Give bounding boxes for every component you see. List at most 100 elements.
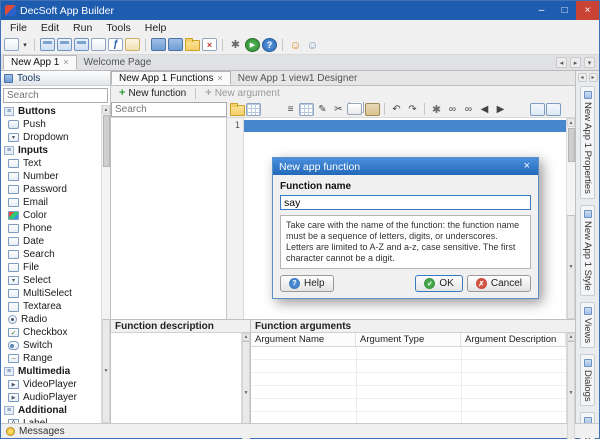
tab-close-icon[interactable]: × bbox=[63, 58, 68, 67]
user-accounts-icon[interactable]: ☺ bbox=[288, 38, 303, 52]
argument-column-header[interactable]: Argument Name bbox=[251, 333, 356, 346]
table-row[interactable] bbox=[251, 386, 566, 399]
dialog-titlebar[interactable]: New app function × bbox=[273, 158, 538, 175]
close-app-icon[interactable]: × bbox=[202, 38, 217, 51]
tab-welcome-page[interactable]: Welcome Page bbox=[77, 55, 159, 70]
tool-item-dropdown[interactable]: Dropdown bbox=[1, 131, 101, 144]
close-button[interactable]: × bbox=[576, 1, 599, 20]
menu-help[interactable]: Help bbox=[138, 21, 174, 35]
tools-group-multimedia[interactable]: Multimedia bbox=[1, 365, 101, 378]
ok-button[interactable]: ✓ OK bbox=[415, 275, 462, 292]
tool-item-select[interactable]: Select bbox=[1, 274, 101, 287]
tab-new-app-1[interactable]: New App 1 × bbox=[3, 55, 77, 70]
scroll-thumb[interactable] bbox=[103, 115, 110, 167]
function-description-editor[interactable] bbox=[111, 333, 241, 423]
paste-icon[interactable] bbox=[365, 103, 380, 116]
table-row[interactable] bbox=[251, 373, 566, 386]
cancel-button[interactable]: ✗ Cancel bbox=[467, 275, 531, 292]
new-frame-icon[interactable] bbox=[74, 38, 89, 51]
tab-list-caret-icon[interactable]: ▾ bbox=[584, 57, 595, 68]
cut-icon[interactable]: ✂ bbox=[331, 102, 346, 116]
dock-tab-new-app-1-properties[interactable]: New App 1 Properties bbox=[580, 86, 595, 199]
tool-item-range[interactable]: Range bbox=[1, 352, 101, 365]
dock-tab-views[interactable]: Views bbox=[580, 302, 595, 348]
argument-column-header[interactable]: Argument Description bbox=[461, 333, 566, 346]
maximize-button[interactable]: □ bbox=[553, 1, 576, 20]
prev-bookmark-icon[interactable]: ◀ bbox=[477, 102, 492, 116]
run-app-icon[interactable]: ▶ bbox=[245, 38, 260, 52]
find-next-icon[interactable]: ∞ bbox=[461, 102, 476, 116]
insert-table-icon[interactable] bbox=[299, 103, 314, 116]
about-icon[interactable]: ☺ bbox=[305, 38, 320, 52]
redo-icon[interactable]: ↷ bbox=[405, 102, 420, 116]
tools-group-additional[interactable]: Additional bbox=[1, 404, 101, 417]
messages-label[interactable]: Messages bbox=[19, 426, 65, 437]
search-options-icon[interactable]: ✱ bbox=[429, 102, 444, 116]
functions-list[interactable] bbox=[111, 118, 227, 319]
code-scrollbar[interactable]: ▲ ▼ bbox=[566, 118, 575, 319]
menu-tools[interactable]: Tools bbox=[99, 21, 138, 35]
menu-edit[interactable]: Edit bbox=[34, 21, 66, 35]
scroll-down-icon[interactable]: ▼ bbox=[567, 215, 575, 319]
format-code-icon[interactable]: ≡ bbox=[283, 102, 298, 116]
menu-run[interactable]: Run bbox=[66, 21, 99, 35]
copy-icon[interactable] bbox=[347, 103, 362, 115]
print-code-icon[interactable] bbox=[546, 103, 561, 116]
open-app-icon[interactable] bbox=[185, 40, 200, 51]
tool-item-radio[interactable]: Radio bbox=[1, 313, 101, 326]
next-bookmark-icon[interactable]: ▶ bbox=[493, 102, 508, 116]
export-code-icon[interactable] bbox=[530, 103, 545, 116]
scroll-up-icon[interactable]: ▲ bbox=[242, 333, 250, 341]
tool-item-phone[interactable]: Phone bbox=[1, 222, 101, 235]
tool-item-email[interactable]: Email bbox=[1, 196, 101, 209]
tab-new-app-1-view1-designer[interactable]: New App 1 view1 Designer bbox=[231, 71, 365, 85]
scroll-up-icon[interactable]: ▲ bbox=[102, 105, 110, 114]
tool-item-multiselect[interactable]: MultiSelect bbox=[1, 287, 101, 300]
tool-item-checkbox[interactable]: Checkbox bbox=[1, 326, 101, 339]
tool-item-audioplayer[interactable]: AudioPlayer bbox=[1, 391, 101, 404]
tools-group-buttons[interactable]: Buttons bbox=[1, 105, 101, 118]
tool-item-date[interactable]: Date bbox=[1, 235, 101, 248]
tools-scrollbar[interactable]: ▲ ▼ bbox=[101, 105, 110, 423]
arguments-scrollbar[interactable]: ▲ ▼ bbox=[566, 333, 575, 423]
dock-tab-new-app-1-style[interactable]: New App 1 Style bbox=[580, 205, 595, 296]
help-icon[interactable]: ? bbox=[262, 38, 277, 52]
menu-file[interactable]: File bbox=[3, 21, 34, 35]
scroll-tabs-left-icon[interactable]: ◂ bbox=[556, 57, 567, 68]
tools-group-inputs[interactable]: Inputs bbox=[1, 144, 101, 157]
new-view-icon[interactable] bbox=[40, 38, 55, 51]
dock-scroll-right-icon[interactable]: ▸ bbox=[589, 73, 598, 82]
dialog-close-icon[interactable]: × bbox=[522, 161, 532, 172]
description-scrollbar[interactable]: ▲ ▼ bbox=[241, 333, 250, 423]
dock-tab-dialogs[interactable]: Dialogs bbox=[580, 354, 595, 407]
code-templates-icon[interactable] bbox=[246, 103, 261, 116]
new-function-button[interactable]: + New function bbox=[114, 87, 191, 101]
app-functions-icon[interactable]: ƒ bbox=[108, 38, 123, 51]
new-app-icon[interactable] bbox=[4, 38, 19, 51]
scroll-down-icon[interactable]: ▼ bbox=[567, 341, 575, 439]
new-report-icon[interactable] bbox=[91, 38, 106, 51]
table-row[interactable] bbox=[251, 347, 566, 360]
argument-column-header[interactable]: Argument Type bbox=[356, 333, 461, 346]
table-row[interactable] bbox=[251, 399, 566, 412]
edit-icon[interactable]: ✎ bbox=[315, 102, 330, 116]
scroll-up-icon[interactable]: ▲ bbox=[567, 118, 575, 127]
functions-search-input[interactable] bbox=[111, 102, 227, 117]
help-button[interactable]: ? Help bbox=[280, 275, 334, 292]
scroll-up-icon[interactable]: ▲ bbox=[567, 333, 575, 341]
dock-scroll-left-icon[interactable]: ◂ bbox=[578, 73, 587, 82]
tool-item-color[interactable]: Color bbox=[1, 209, 101, 222]
new-app-menu-caret-icon[interactable]: ▾ bbox=[21, 38, 29, 52]
function-name-input[interactable] bbox=[280, 195, 531, 210]
tool-item-search[interactable]: Search bbox=[1, 248, 101, 261]
new-dialog-icon[interactable] bbox=[57, 38, 72, 51]
tool-item-switch[interactable]: Switch bbox=[1, 339, 101, 352]
new-argument-button[interactable]: + New argument bbox=[200, 87, 284, 101]
tool-item-file[interactable]: File bbox=[1, 261, 101, 274]
save-app-icon[interactable] bbox=[151, 38, 166, 51]
tools-search-input[interactable] bbox=[3, 88, 108, 103]
tool-item-number[interactable]: Number bbox=[1, 170, 101, 183]
tool-item-videoplayer[interactable]: VideoPlayer bbox=[1, 378, 101, 391]
status-bar[interactable]: Messages bbox=[1, 423, 599, 438]
app-files-icon[interactable] bbox=[125, 38, 140, 51]
